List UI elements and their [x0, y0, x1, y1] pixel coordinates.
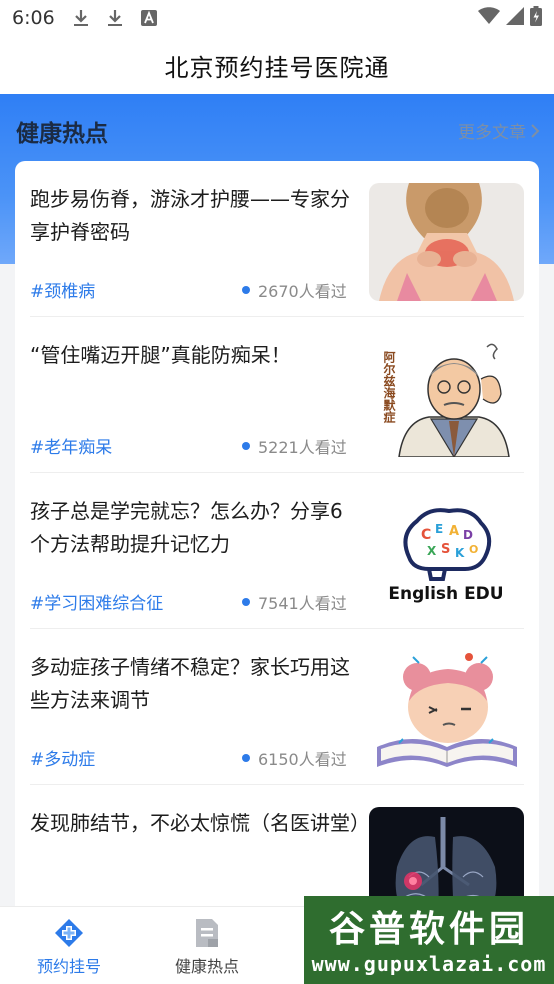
views-count: 2670人看过: [258, 282, 347, 301]
views-dot-icon: [242, 442, 250, 450]
status-time: 6:06: [12, 7, 55, 29]
views-count: 7541人看过: [258, 594, 347, 613]
views-dot-icon: [242, 754, 250, 762]
views-count: 5221人看过: [258, 438, 347, 457]
signal-icon: [506, 7, 524, 29]
article-views: 2670人看过: [242, 278, 347, 302]
svg-text:X: X: [427, 544, 437, 558]
wifi-icon: [478, 7, 500, 29]
article-tag[interactable]: #多动症: [30, 745, 95, 770]
article-tag[interactable]: #颈椎病: [30, 277, 95, 302]
article-list: 跑步易伤脊，游泳才护腰——专家分享护脊密码 #颈椎病 2670人看过 “管住嘴迈…: [15, 161, 539, 921]
section-title: 健康热点: [16, 121, 108, 147]
article-item[interactable]: “管住嘴迈开腿”真能防痴呆！ #老年痴呆 5221人看过 阿尔兹海默症: [30, 317, 524, 473]
svg-text:E: E: [435, 522, 443, 536]
article-item[interactable]: 多动症孩子情绪不稳定？家长巧用这些方法来调节 #多动症 6150人看过: [30, 629, 524, 785]
title-bar: 北京预约挂号医院通: [0, 36, 554, 94]
document-icon: [196, 919, 218, 947]
svg-text:O: O: [469, 543, 478, 556]
chevron-right-icon: [531, 123, 540, 138]
nav-health-news[interactable]: 健康热点: [138, 907, 276, 984]
status-bar: 6:06: [0, 0, 554, 36]
views-dot-icon: [242, 598, 250, 606]
girl-reading-illustration: [369, 651, 524, 769]
svg-text:C: C: [421, 527, 431, 543]
article-title: 发现肺结节，不必太惊慌（名医讲堂）: [30, 811, 370, 835]
views-count: 6150人看过: [258, 750, 347, 769]
battery-icon: [530, 6, 542, 30]
thumb-caption: English EDU: [388, 584, 503, 604]
nav-label: 健康热点: [174, 957, 239, 976]
watermark-url: www.gupuxlazai.com: [311, 952, 547, 976]
more-articles-label: 更多文章: [458, 123, 526, 143]
article-views: 6150人看过: [242, 746, 347, 770]
svg-text:D: D: [463, 528, 473, 542]
neck-pain-photo: [369, 183, 524, 301]
nav-appointment[interactable]: 预约挂号: [0, 907, 138, 984]
watermark-logo: 谷普软件园 www.gupuxlazai.com: [304, 896, 554, 984]
article-item[interactable]: 跑步易伤脊，游泳才护腰——专家分享护脊密码 #颈椎病 2670人看过: [30, 161, 524, 317]
article-views: 5221人看过: [242, 434, 347, 458]
elderly-man-illustration: 阿尔兹海默症: [369, 339, 524, 457]
article-tag[interactable]: #学习困难综合征: [30, 589, 163, 614]
more-articles-link[interactable]: 更多文章: [458, 118, 540, 143]
thumb-caption: 阿尔兹海默症: [382, 351, 396, 424]
watermark-title: 谷普软件园: [328, 909, 529, 950]
article-tag[interactable]: #老年痴呆: [30, 433, 112, 458]
article-title: 多动症孩子情绪不稳定？家长巧用这些方法来调节: [30, 655, 350, 712]
nav-label: 预约挂号: [36, 957, 101, 976]
article-views: 7541人看过: [242, 590, 347, 614]
download-icon: [105, 8, 125, 28]
article-title: 跑步易伤脊，游泳才护腰——专家分享护脊密码: [30, 187, 350, 244]
views-dot-icon: [242, 286, 250, 294]
svg-text:K: K: [455, 546, 465, 560]
article-title: “管住嘴迈开腿”真能防痴呆！: [30, 343, 291, 367]
medical-cross-icon: [55, 919, 83, 947]
svg-text:S: S: [441, 542, 450, 557]
article-item[interactable]: 孩子总是学完就忘？怎么办？分享6个方法帮助提升记忆力 #学习困难综合征 7541…: [30, 473, 524, 629]
brain-letters-logo: C E A D X S K O English EDU: [369, 495, 524, 613]
status-right: [478, 6, 542, 30]
app-title: 北京预约挂号医院通: [164, 53, 390, 82]
article-title: 孩子总是学完就忘？怎么办？分享6个方法帮助提升记忆力: [30, 499, 343, 556]
svg-text:A: A: [449, 524, 459, 539]
font-icon: [139, 8, 159, 28]
download-icon: [71, 8, 91, 28]
